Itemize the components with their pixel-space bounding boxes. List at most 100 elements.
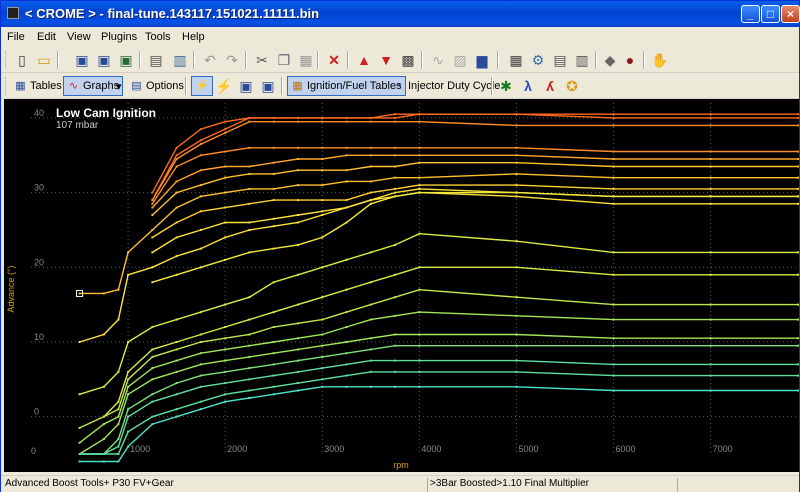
fuel-low-icon[interactable]: ▣ bbox=[237, 77, 255, 95]
lambda-icon[interactable]: λ bbox=[519, 77, 537, 95]
properties-icon[interactable]: ▤ bbox=[147, 51, 165, 69]
bug-icon[interactable]: ✱ bbox=[497, 77, 515, 95]
injector-duty-cycle-button[interactable]: ◔ Injector Duty Cycle bbox=[389, 76, 503, 96]
data-point bbox=[345, 154, 348, 157]
data-point bbox=[78, 441, 81, 444]
data-point bbox=[394, 344, 397, 347]
wizard-icon[interactable]: ✪ bbox=[563, 77, 581, 95]
y-axis-label: Advance (°) bbox=[6, 265, 16, 312]
interpolate-icon[interactable]: ∿ bbox=[429, 51, 447, 69]
toolbar-grip[interactable] bbox=[5, 77, 8, 95]
save-icon[interactable]: ▣ bbox=[73, 51, 91, 69]
select-icon[interactable]: ▩ bbox=[399, 51, 417, 69]
upload-icon[interactable]: ▥ bbox=[171, 51, 189, 69]
data-point bbox=[272, 374, 275, 377]
menu-help[interactable]: Help bbox=[182, 31, 205, 43]
data-point bbox=[224, 337, 227, 340]
app-icon[interactable] bbox=[7, 7, 19, 19]
chip-icon[interactable]: ◆ bbox=[601, 51, 619, 69]
chart-title: Low Cam Ignition bbox=[56, 106, 156, 120]
menu-view[interactable]: View bbox=[67, 31, 91, 43]
close-button[interactable]: × bbox=[781, 5, 800, 23]
open-folder-icon[interactable]: ▭ bbox=[35, 51, 53, 69]
save-as-icon[interactable]: ▣ bbox=[95, 51, 113, 69]
ignition-high-icon[interactable]: ⚡ bbox=[215, 77, 233, 95]
data-point bbox=[175, 146, 178, 149]
data-point bbox=[369, 359, 372, 362]
data-point bbox=[394, 314, 397, 317]
delete-icon[interactable]: ✕ bbox=[325, 51, 343, 69]
minimize-button[interactable]: _ bbox=[741, 5, 760, 23]
data-point bbox=[199, 333, 202, 336]
data-point bbox=[321, 169, 324, 172]
undo-icon[interactable]: ↶ bbox=[201, 51, 219, 69]
y-tick-label: 10 bbox=[34, 332, 44, 342]
datalog-icon[interactable]: ▦ bbox=[507, 51, 525, 69]
data-point bbox=[321, 116, 324, 119]
increase-icon[interactable]: ▲ bbox=[355, 51, 373, 69]
data-point bbox=[151, 266, 154, 269]
data-point bbox=[78, 292, 81, 295]
data-point bbox=[394, 370, 397, 373]
toolbar-separator bbox=[595, 51, 597, 69]
fuel-high-icon[interactable]: ▣ bbox=[259, 77, 277, 95]
data-point bbox=[418, 113, 421, 116]
menu-plugins[interactable]: Plugins bbox=[101, 31, 137, 43]
data-point bbox=[515, 113, 518, 116]
redo-icon[interactable]: ↷ bbox=[223, 51, 241, 69]
data-point bbox=[248, 165, 251, 168]
ignition-mode-button[interactable]: ⚡ bbox=[191, 76, 213, 96]
settings-icon[interactable]: ⚙ bbox=[529, 51, 547, 69]
ignition-fuel-tables-button[interactable]: ▦ Ignition/Fuel Tables bbox=[287, 76, 406, 96]
data-point bbox=[248, 378, 251, 381]
data-point bbox=[612, 303, 615, 306]
data-point bbox=[175, 221, 178, 224]
data-point bbox=[345, 385, 348, 388]
copy-icon[interactable]: ❐ bbox=[275, 51, 293, 69]
data-point bbox=[272, 187, 275, 190]
toolbar-grip[interactable] bbox=[5, 51, 8, 69]
tables-button[interactable]: ▦ Tables bbox=[11, 76, 65, 96]
menu-edit[interactable]: Edit bbox=[37, 31, 56, 43]
data-point bbox=[78, 340, 81, 343]
toolbar-separator bbox=[497, 51, 499, 69]
data-point bbox=[321, 367, 324, 370]
plugin-icon[interactable]: ✋ bbox=[651, 51, 669, 69]
graphs-dropdown-button[interactable]: ▾ bbox=[115, 76, 127, 96]
data-point bbox=[175, 408, 178, 411]
compare-icon[interactable]: ▤ bbox=[551, 51, 569, 69]
table-edit-icon[interactable]: ▆ bbox=[473, 51, 491, 69]
data-point bbox=[394, 146, 397, 149]
data-point bbox=[272, 172, 275, 175]
data-point bbox=[321, 378, 324, 381]
menu-tools[interactable]: Tools bbox=[145, 31, 171, 43]
x-tick-label: 3000 bbox=[324, 444, 344, 454]
data-point bbox=[321, 333, 324, 336]
data-point bbox=[709, 116, 712, 119]
maximize-button[interactable]: □ bbox=[761, 5, 780, 23]
convert-icon[interactable]: ▥ bbox=[573, 51, 591, 69]
paste-icon[interactable]: ▦ bbox=[297, 51, 315, 69]
menu-file[interactable]: File bbox=[7, 31, 25, 43]
afr-icon[interactable]: ʎ bbox=[541, 77, 559, 95]
emulator-icon[interactable]: ● bbox=[621, 51, 639, 69]
data-point bbox=[224, 120, 227, 123]
data-point bbox=[345, 311, 348, 314]
cut-icon[interactable]: ✂ bbox=[253, 51, 271, 69]
save-help-icon[interactable]: ▣ bbox=[117, 51, 135, 69]
data-point bbox=[248, 116, 251, 119]
data-point bbox=[515, 333, 518, 336]
data-point bbox=[321, 184, 324, 187]
data-point bbox=[199, 400, 202, 403]
options-icon: ▤ bbox=[131, 79, 142, 92]
data-point bbox=[612, 113, 615, 116]
data-point bbox=[515, 146, 518, 149]
options-button[interactable]: ▤ Options bbox=[127, 76, 187, 96]
table-icon: ▦ bbox=[15, 79, 26, 92]
new-file-icon[interactable]: ▯ bbox=[13, 51, 31, 69]
data-point bbox=[394, 165, 397, 168]
decrease-icon[interactable]: ▼ bbox=[377, 51, 395, 69]
data-point bbox=[117, 445, 120, 448]
data-point bbox=[321, 236, 324, 239]
smooth-icon[interactable]: ▨ bbox=[451, 51, 469, 69]
